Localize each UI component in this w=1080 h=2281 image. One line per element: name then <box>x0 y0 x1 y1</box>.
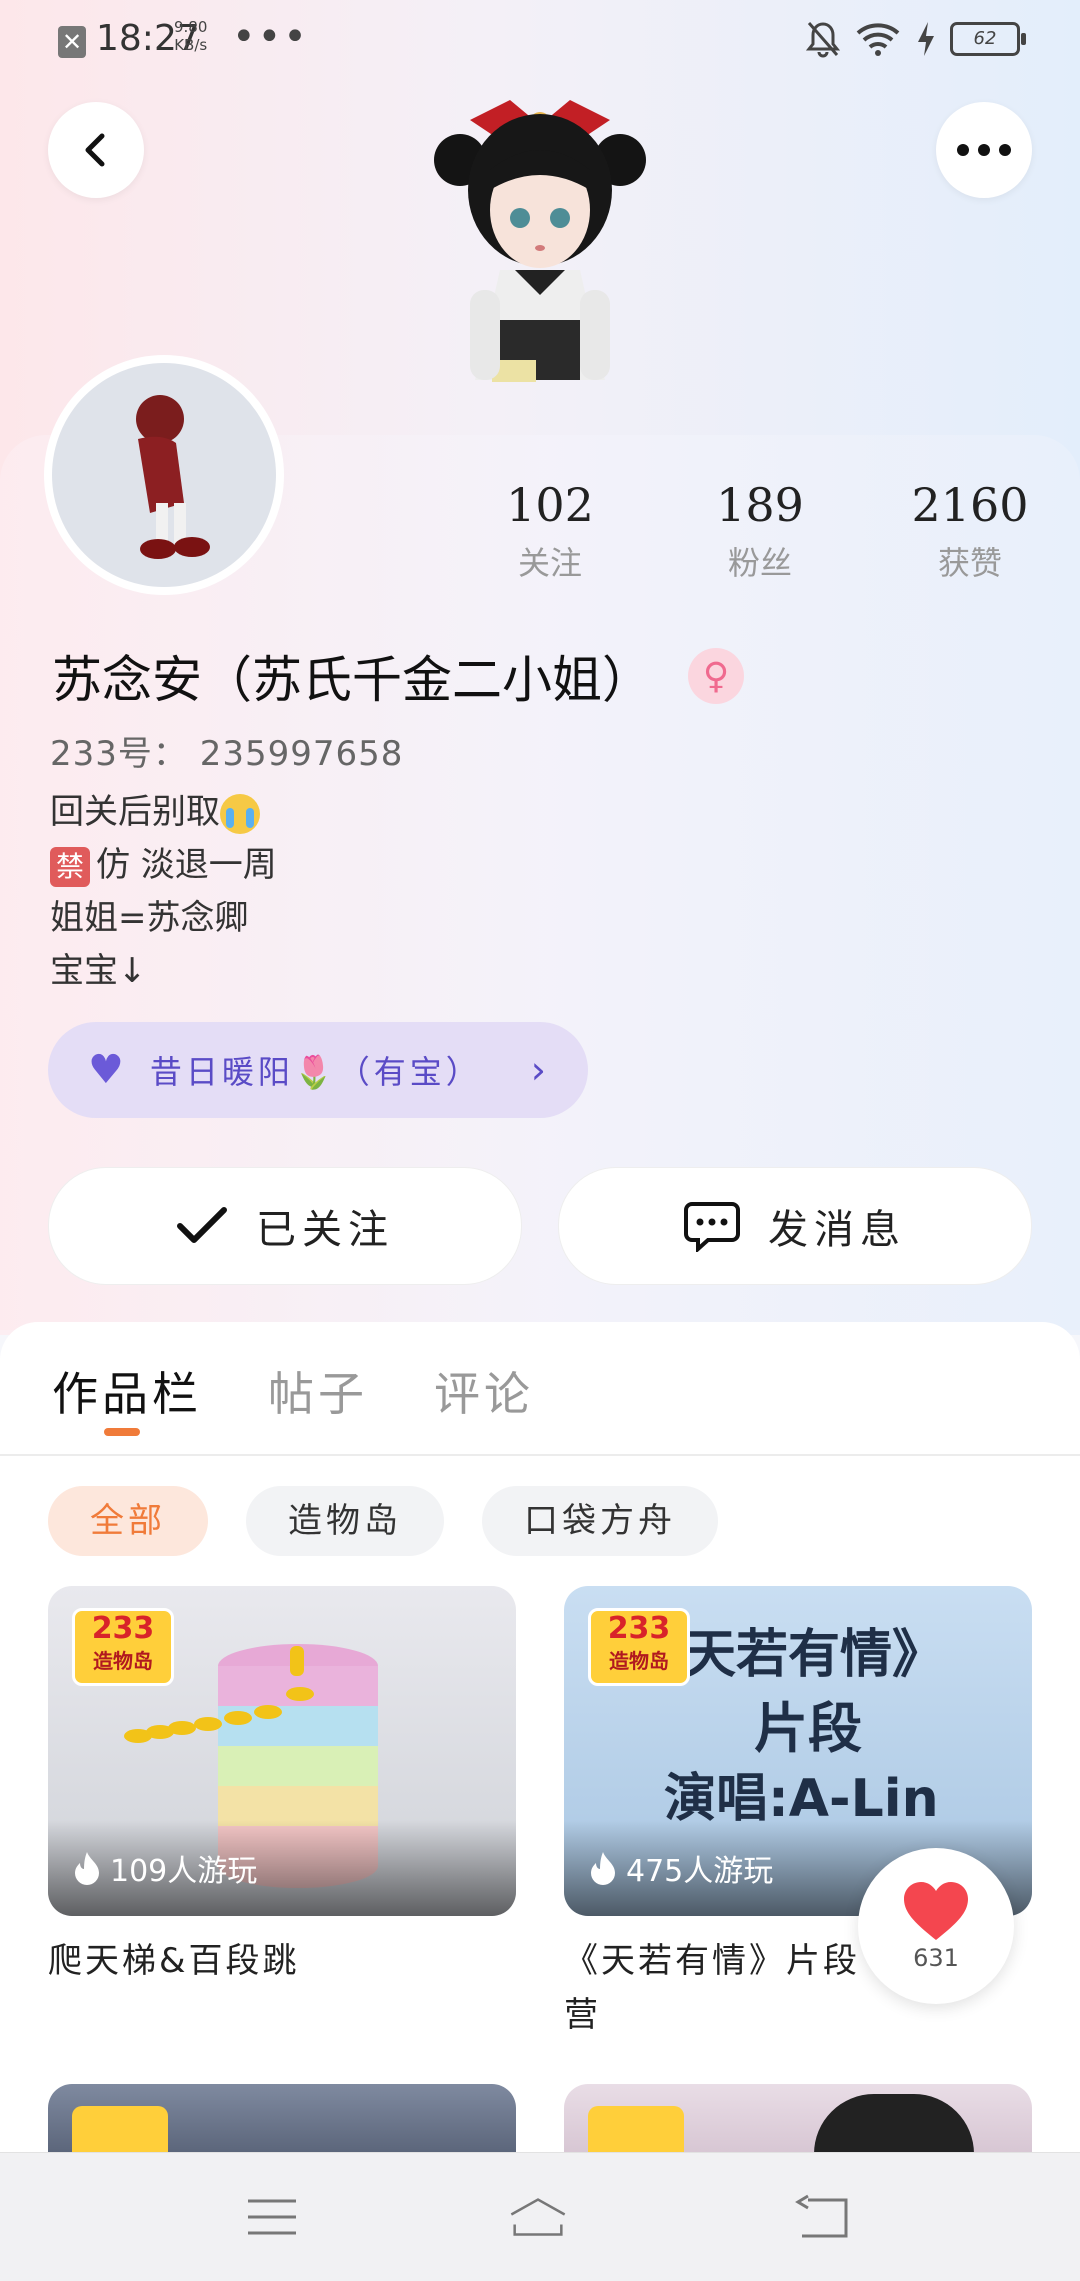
avatar-figure <box>136 395 210 559</box>
tab-comments[interactable]: 评论 <box>434 1358 534 1424</box>
avatar[interactable] <box>44 355 284 595</box>
heart-icon: ♥ <box>88 1047 124 1093</box>
back-button[interactable] <box>48 102 144 198</box>
fire-icon <box>75 1852 99 1885</box>
player-count: 475人游玩 <box>590 1846 773 1890</box>
zaowudao-logo <box>588 2106 684 2154</box>
profile-name: 苏念安（苏氏千金二小姐） <box>52 651 652 709</box>
game-card-partial[interactable] <box>564 2084 1032 2154</box>
profile-bio: 回关后别取 禁仿 淡退一周 姐姐=苏念卿 宝宝↓ <box>50 792 277 991</box>
notification-close-icon: ✕ <box>58 26 86 58</box>
ban-badge-icon: 禁 <box>50 846 90 887</box>
zaowudao-logo: 233 造物岛 <box>72 1608 174 1686</box>
stat-following[interactable]: 102 关注 <box>470 478 630 584</box>
more-button[interactable] <box>936 102 1032 198</box>
filter-chips: 全部 造物岛 口袋方舟 <box>48 1486 718 1556</box>
more-dots-icon <box>957 144 1011 156</box>
status-more: ••• <box>232 14 309 60</box>
home-icon[interactable] <box>508 2187 568 2247</box>
filter-pocket-ark[interactable]: 口袋方舟 <box>482 1486 718 1556</box>
status-bar: ✕ 18:27 9.80 KB/s ••• 62 <box>0 0 1080 84</box>
send-message-button[interactable]: 发消息 <box>558 1167 1032 1285</box>
zaowudao-logo <box>72 2106 168 2154</box>
works-section: 作品栏 帖子 评论 全部 造物岛 口袋方舟 233 造物岛 109人游玩 爬天梯… <box>0 1322 1080 2152</box>
crying-emoji-icon <box>220 793 260 834</box>
game-card-partial[interactable] <box>48 2084 516 2154</box>
family-text: 昔日暖阳🌷（有宝） <box>149 1053 482 1091</box>
game-card[interactable]: 233 造物岛 109人游玩 爬天梯&百段跳 <box>48 1586 516 1988</box>
profile-name-row: 苏念安（苏氏千金二小姐） ♀ <box>52 640 744 712</box>
game-thumbnail: 233 造物岛 109人游玩 <box>48 1586 516 1916</box>
zaowudao-logo: 233 造物岛 <box>588 1608 690 1686</box>
female-icon: ♀ <box>688 648 744 704</box>
divider <box>0 1454 1080 1456</box>
charging-icon <box>918 22 934 56</box>
like-count: 631 <box>913 1944 959 1972</box>
profile-tabs: 作品栏 帖子 评论 <box>52 1358 534 1424</box>
stat-followers[interactable]: 189 粉丝 <box>680 478 840 584</box>
back-nav-icon[interactable] <box>792 2187 852 2247</box>
heart-icon <box>904 1882 968 1940</box>
stat-likes[interactable]: 2160 获赞 <box>890 478 1050 584</box>
fire-icon <box>591 1852 615 1885</box>
tab-works[interactable]: 作品栏 <box>52 1358 202 1424</box>
game-title: 爬天梯&百段跳 <box>48 1941 300 1981</box>
chevron-left-icon <box>85 133 105 167</box>
chevron-right-icon: › <box>530 1048 546 1092</box>
filter-zaowudao[interactable]: 造物岛 <box>246 1486 444 1556</box>
check-icon <box>176 1206 228 1246</box>
system-nav-bar <box>0 2152 1080 2281</box>
family-badge[interactable]: ♥ 昔日暖阳🌷（有宝） › <box>48 1022 588 1118</box>
character-figure <box>434 100 646 382</box>
mute-bell-icon <box>806 22 840 58</box>
following-button[interactable]: 已关注 <box>48 1167 522 1285</box>
wifi-icon <box>856 23 900 56</box>
profile-stats: 102 关注 189 粉丝 2160 获赞 <box>470 478 1050 584</box>
tab-indicator <box>104 1428 140 1436</box>
like-button[interactable]: 631 <box>858 1848 1014 2004</box>
battery-indicator: 62 <box>950 22 1026 56</box>
filter-all[interactable]: 全部 <box>48 1486 208 1556</box>
menu-icon[interactable] <box>242 2187 302 2247</box>
profile-id[interactable]: 233号： 235997658 <box>50 726 403 775</box>
network-speed: 9.80 KB/s <box>174 18 208 54</box>
chat-bubble-icon <box>684 1200 740 1252</box>
player-count: 109人游玩 <box>74 1846 257 1890</box>
tab-posts[interactable]: 帖子 <box>268 1358 368 1424</box>
